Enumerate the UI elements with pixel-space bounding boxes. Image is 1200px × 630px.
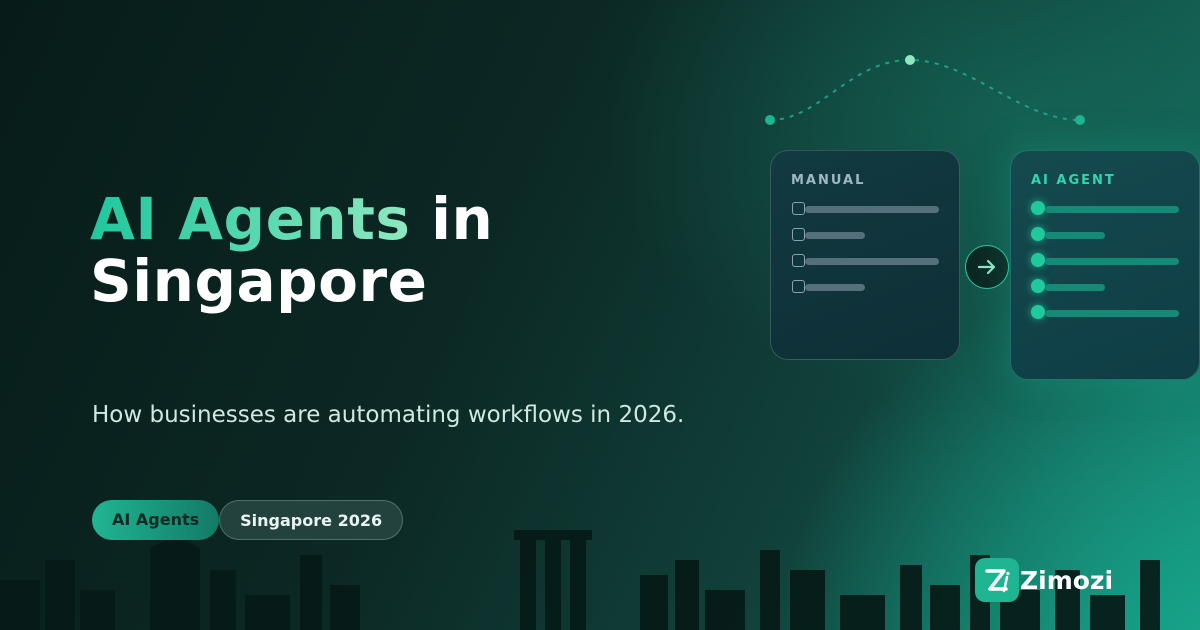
task-bar: [1045, 310, 1179, 317]
task-bar: [1045, 284, 1105, 291]
status-dot-icon: [1031, 279, 1045, 293]
task-bar: [1045, 232, 1105, 239]
ai-task-row: [1031, 305, 1179, 332]
tag-ai-agents[interactable]: AI Agents: [92, 500, 220, 540]
status-dot-icon: [1031, 253, 1045, 267]
hero-subtitle: How businesses are automating workflows …: [92, 402, 685, 428]
flow-curve-decoration: [765, 55, 1085, 125]
status-dot-icon: [1031, 201, 1045, 215]
checkbox-icon: [792, 254, 805, 267]
curve-node-start: [765, 115, 775, 125]
zimozi-logo-icon: [975, 558, 1019, 602]
hero-title-line2: Singapore: [90, 247, 428, 315]
hero-title-rest: in: [410, 185, 494, 253]
ai-task-row: [1031, 253, 1179, 280]
checkbox-icon: [792, 202, 805, 215]
task-bar: [805, 206, 939, 213]
manual-card-title: MANUAL: [791, 173, 866, 188]
ai-task-row: [1031, 279, 1179, 306]
status-dot-icon: [1031, 305, 1045, 319]
tag-list: AI Agents Singapore 2026: [92, 500, 404, 540]
manual-task-row: [791, 228, 939, 254]
brand-logo[interactable]: Zimozi: [975, 558, 1113, 602]
ai-agent-card-title: AI AGENT: [1031, 173, 1116, 188]
hero-title: AI Agents in Singapore: [90, 188, 493, 312]
brand-name: Zimozi: [1020, 565, 1114, 595]
checkbox-icon: [792, 228, 805, 241]
manual-task-row: [791, 254, 939, 280]
task-bar: [1045, 206, 1179, 213]
status-dot-icon: [1031, 227, 1045, 241]
arrow-right-icon: [977, 259, 996, 275]
manual-card: MANUAL: [770, 150, 960, 360]
ai-task-row: [1031, 227, 1179, 254]
manual-task-row: [791, 280, 939, 306]
tag-singapore-2026[interactable]: Singapore 2026: [219, 500, 404, 540]
task-bar: [805, 232, 865, 239]
task-bar: [805, 258, 939, 265]
hero-title-accent: AI Agents: [90, 185, 411, 253]
arrow-right-button: [965, 245, 1009, 289]
checkbox-icon: [792, 280, 805, 293]
ai-agent-card: AI AGENT: [1010, 150, 1200, 380]
task-bar: [805, 284, 865, 291]
manual-task-row: [791, 202, 939, 228]
page: { "hero": { "title_accent": "AI Agents",…: [0, 0, 1200, 630]
ai-task-row: [1031, 201, 1179, 228]
curve-node-peak: [905, 55, 915, 65]
task-bar: [1045, 258, 1179, 265]
curve-node-end: [1075, 115, 1085, 125]
